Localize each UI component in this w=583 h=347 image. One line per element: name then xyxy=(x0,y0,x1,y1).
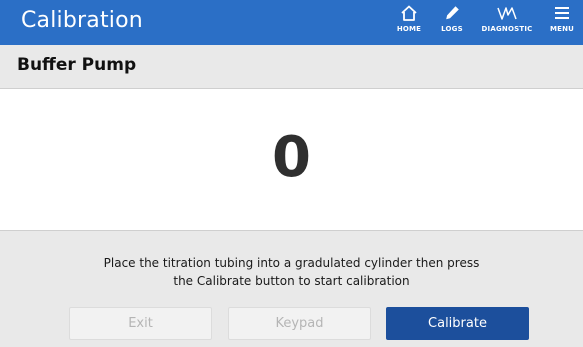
nav-diagnostic-label: DIAGNOSTIC xyxy=(481,25,533,33)
keypad-button[interactable]: Keypad xyxy=(228,307,371,340)
section-title: Buffer Pump xyxy=(17,55,137,75)
exit-button[interactable]: Exit xyxy=(69,307,212,340)
instruction-line-2: the Calibrate button to start calibratio… xyxy=(173,274,410,288)
calibrate-button[interactable]: Calibrate xyxy=(386,307,529,340)
nav-menu-label: MENU xyxy=(549,25,575,33)
nav-diagnostic-button[interactable]: DIAGNOSTIC xyxy=(480,4,534,44)
instruction-text: Place the titration tubing into a gradul… xyxy=(60,254,523,290)
waveform-icon xyxy=(496,4,518,22)
top-bar: Calibration HOME LOGS DIAGNOSTIC MENU xyxy=(0,0,583,45)
app-title: Calibration xyxy=(21,8,143,33)
value-display-panel: 0 xyxy=(0,89,583,231)
home-icon xyxy=(400,4,418,22)
nav-menu-button[interactable]: MENU xyxy=(547,4,577,44)
nav-logs-label: LOGS xyxy=(441,25,463,33)
nav-logs-button[interactable]: LOGS xyxy=(437,4,467,44)
calibration-value: 0 xyxy=(272,125,311,190)
pencil-icon xyxy=(443,4,461,22)
nav-home-label: HOME xyxy=(396,25,422,33)
menu-icon xyxy=(553,4,571,22)
nav-home-button[interactable]: HOME xyxy=(392,4,426,44)
instruction-line-1: Place the titration tubing into a gradul… xyxy=(103,256,480,270)
section-header: Buffer Pump xyxy=(0,45,583,89)
